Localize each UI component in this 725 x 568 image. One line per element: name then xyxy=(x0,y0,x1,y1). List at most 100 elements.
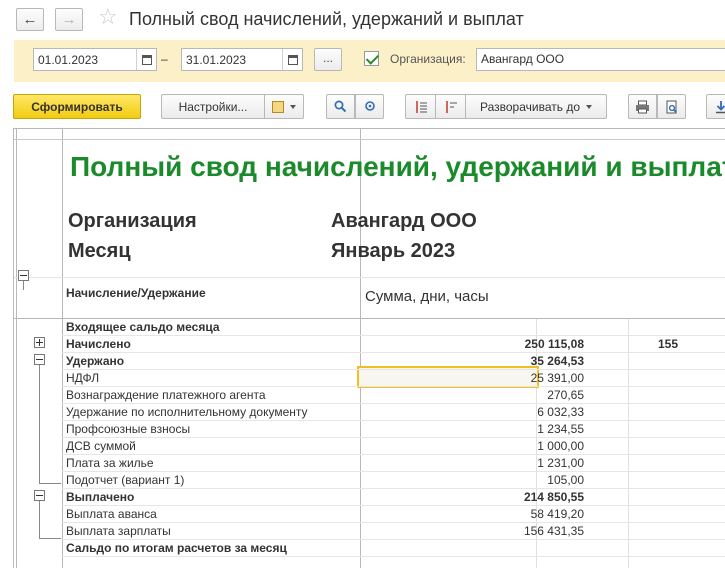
print-button[interactable] xyxy=(628,94,657,119)
table-row[interactable]: Выплачено 214 850,55 xyxy=(62,489,725,506)
back-arrow-icon[interactable]: ← xyxy=(16,8,44,31)
toolbar: Сформировать Настройки... Разворачивать … xyxy=(0,90,725,124)
row-amount-cell[interactable]: 58 419,20 xyxy=(424,507,584,521)
organization-field[interactable]: Авангард ООО xyxy=(476,48,725,71)
row-name-cell[interactable]: Сальдо по итогам расчетов за месяц xyxy=(66,541,287,555)
window-title: Полный свод начислений, удержаний и выпл… xyxy=(129,9,524,29)
date-from-value[interactable]: 01.01.2023 xyxy=(34,53,136,67)
row-hours-cell[interactable]: 1 272 xyxy=(684,337,725,351)
organization-label: Организация: xyxy=(390,52,466,66)
org-meta-value: Авангард ООО xyxy=(331,210,477,232)
table-row[interactable]: ДСВ суммой 1 000,00 xyxy=(62,438,725,455)
expand-all-button[interactable] xyxy=(405,94,435,119)
tree-connector xyxy=(39,501,40,538)
search-button[interactable] xyxy=(326,94,355,119)
expand-to-label: Разворачивать до xyxy=(479,99,580,114)
row-amount-cell[interactable]: 1 231,00 xyxy=(424,456,584,470)
generate-button[interactable]: Сформировать xyxy=(13,94,141,119)
row-name-cell[interactable]: Выплата зарплаты xyxy=(66,524,171,538)
tree-connector xyxy=(23,281,24,290)
row-name-cell[interactable]: ДСВ суммой xyxy=(66,439,136,453)
row-name-cell[interactable]: Выплата аванса xyxy=(66,507,157,521)
table-row[interactable]: Удержание по исполнительному документу 6 … xyxy=(62,404,725,421)
calendar-icon[interactable] xyxy=(136,49,156,70)
row-amount-cell[interactable]: 105,00 xyxy=(424,473,584,487)
row-days-cell[interactable]: 155 xyxy=(598,337,678,351)
tree-connector xyxy=(39,365,40,483)
organization-checkbox[interactable] xyxy=(364,51,379,66)
report-spreadsheet[interactable]: Полный свод начислений, удержаний и выпл… xyxy=(13,128,725,568)
row-name-cell[interactable]: НДФЛ xyxy=(66,371,99,385)
collapse-all-button[interactable] xyxy=(435,94,465,119)
tree-connector xyxy=(39,483,61,484)
table-row[interactable]: Профсоюзные взносы 1 234,55 xyxy=(62,421,725,438)
favorite-star-icon[interactable]: ☆ xyxy=(98,6,118,28)
row-name-cell[interactable]: Плата за жилье xyxy=(66,456,154,470)
collapse-all-icon xyxy=(445,100,457,113)
row-amount-cell[interactable]: 214 850,55 xyxy=(424,490,584,504)
grid-row-line xyxy=(14,277,725,278)
forward-arrow-icon[interactable]: → xyxy=(55,8,83,31)
title-bar: ← → ☆ Полный свод начислений, удержаний … xyxy=(0,0,725,40)
row-amount-cell[interactable]: 25 391,00 xyxy=(424,371,584,385)
table-row[interactable]: Выплата аванса 58 419,20 xyxy=(62,506,725,523)
row-name-cell[interactable]: Входящее сальдо месяца xyxy=(66,320,220,334)
row-amount-cell[interactable]: 1 000,00 xyxy=(424,439,584,453)
report-title: Полный свод начислений, удержаний и выпл… xyxy=(70,151,725,182)
settings-button[interactable]: Настройки... xyxy=(161,94,264,119)
row-amount-cell[interactable]: 156 431,35 xyxy=(424,524,584,538)
period-select-button[interactable]: ... xyxy=(314,48,342,71)
report-variant-icon xyxy=(272,100,284,113)
column-header-values: Сумма, дни, часы xyxy=(365,288,489,305)
search-icon xyxy=(334,100,347,113)
table-row[interactable]: Входящее сальдо месяца xyxy=(62,319,725,336)
row-name-cell[interactable]: Вознаграждение платежного агента xyxy=(66,388,266,402)
print-preview-button[interactable] xyxy=(657,94,686,119)
row-name-cell[interactable]: Удержание по исполнительному документу xyxy=(66,405,308,419)
parameters-panel: 01.01.2023 – 31.01.2023 ... Организация:… xyxy=(14,40,725,82)
table-row[interactable]: Вознаграждение платежного агента 270,65 xyxy=(62,387,725,404)
row-name-cell[interactable]: Выплачено xyxy=(66,490,134,504)
table-row[interactable]: Подотчет (вариант 1) 105,00 xyxy=(62,472,725,489)
save-button[interactable] xyxy=(706,94,725,119)
search-repeat-icon xyxy=(364,101,375,111)
row-amount-cell[interactable]: 250 115,08 xyxy=(424,337,584,351)
table-row[interactable]: Выплата зарплаты 156 431,35 xyxy=(62,523,725,540)
table-row[interactable]: Начислено 250 115,08 155 1 272 xyxy=(62,336,725,353)
row-amount-cell[interactable]: 270,65 xyxy=(424,388,584,402)
row-divider xyxy=(62,556,725,557)
row-name-cell[interactable]: Удержано xyxy=(66,354,124,368)
calendar-icon[interactable] xyxy=(282,49,302,70)
row-amount-cell[interactable]: 6 032,33 xyxy=(424,405,584,419)
printer-icon xyxy=(636,100,649,113)
collapse-paid-icon[interactable] xyxy=(34,490,45,501)
download-icon xyxy=(716,100,725,113)
row-name-cell[interactable]: Профсоюзные взносы xyxy=(66,422,190,436)
search-next-button[interactable] xyxy=(355,94,384,119)
date-range-separator: – xyxy=(161,52,168,66)
row-amount-cell[interactable]: 1 234,55 xyxy=(424,422,584,436)
table-row[interactable]: Удержано 35 264,53 xyxy=(62,353,725,370)
column-header-name: Начисление/Удержание xyxy=(66,286,206,300)
collapse-header-icon[interactable] xyxy=(18,270,29,281)
table-row[interactable]: Сальдо по итогам расчетов за месяц xyxy=(62,540,725,557)
table-row[interactable]: НДФЛ 25 391,00 xyxy=(62,370,725,387)
table-row[interactable]: Плата за жилье 1 231,00 xyxy=(62,455,725,472)
collapse-withheld-icon[interactable] xyxy=(34,354,45,365)
date-from-field[interactable]: 01.01.2023 xyxy=(33,48,157,71)
chevron-down-icon xyxy=(290,104,296,109)
expand-to-dropdown[interactable]: Разворачивать до xyxy=(465,94,607,119)
date-to-value[interactable]: 31.01.2023 xyxy=(182,53,282,67)
row-name-cell[interactable]: Подотчет (вариант 1) xyxy=(66,473,184,487)
month-meta-value: Январь 2023 xyxy=(331,240,456,262)
date-to-field[interactable]: 31.01.2023 xyxy=(181,48,303,71)
expand-accrued-icon[interactable] xyxy=(34,337,45,348)
row-name-cell[interactable]: Начислено xyxy=(66,337,131,351)
month-meta-label: Месяц xyxy=(68,240,131,262)
org-meta-label: Организация xyxy=(68,210,197,232)
grid-row-line xyxy=(14,139,725,140)
variant-menu-button[interactable] xyxy=(264,94,304,119)
gutter-divider xyxy=(16,129,17,568)
row-amount-cell[interactable]: 35 264,53 xyxy=(424,354,584,368)
chevron-down-icon xyxy=(586,104,592,109)
